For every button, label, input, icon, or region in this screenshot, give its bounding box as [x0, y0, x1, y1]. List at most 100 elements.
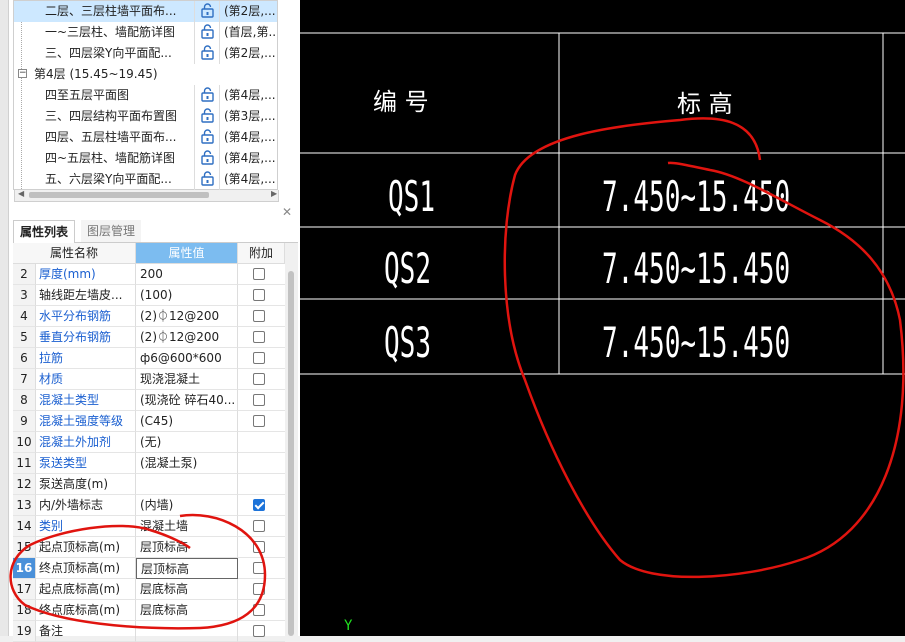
property-value[interactable]: 层底标高 — [136, 600, 238, 621]
row-number[interactable]: 16 — [13, 558, 36, 579]
checkbox[interactable] — [253, 583, 265, 595]
property-value[interactable]: ф6@600*600 — [136, 348, 238, 369]
lock-icon[interactable] — [194, 1, 220, 22]
lock-icon[interactable] — [194, 85, 220, 106]
property-row[interactable]: 9 混凝土强度等级 (C45) — [13, 411, 285, 432]
scroll-left-icon[interactable]: ◀ — [18, 189, 24, 198]
row-number[interactable]: 2 — [13, 264, 36, 285]
property-value[interactable] — [136, 621, 238, 642]
property-value[interactable]: (内墙) — [136, 495, 238, 516]
property-value[interactable] — [136, 474, 238, 495]
property-row[interactable]: 13 内/外墙标志 (内墙) — [13, 495, 285, 516]
row-number[interactable]: 12 — [13, 474, 36, 495]
property-value[interactable]: 200 — [136, 264, 238, 285]
header-extra[interactable]: 附加 — [238, 243, 285, 264]
property-value[interactable]: 层底标高 — [136, 579, 238, 600]
row-number[interactable]: 9 — [13, 411, 36, 432]
row-number[interactable]: 11 — [13, 453, 36, 474]
row-number[interactable]: 15 — [13, 537, 36, 558]
property-value[interactable]: 层顶标高 — [136, 537, 238, 558]
property-row[interactable]: 2 厚度(mm) 200 — [13, 264, 285, 285]
row-number[interactable]: 13 — [13, 495, 36, 516]
cad-canvas[interactable]: 编 号 标 高 QS1 7.450~15.450 QS2 7.450~15.45… — [300, 0, 905, 636]
close-icon[interactable]: ✕ — [282, 205, 292, 219]
property-row[interactable]: 10 混凝土外加剂 (无) — [13, 432, 285, 453]
floor-group[interactable]: − 第4层 (15.45~19.45) — [14, 64, 277, 85]
property-row[interactable]: 5 垂直分布钢筋 (2)⏀12@200 — [13, 327, 285, 348]
property-value[interactable]: (混凝土泵) — [136, 453, 238, 474]
row-number[interactable]: 17 — [13, 579, 36, 600]
lock-icon[interactable] — [194, 22, 220, 43]
property-row[interactable]: 11 泵送类型 (混凝土泵) — [13, 453, 285, 474]
header-name[interactable]: 属性名称 — [13, 243, 136, 264]
grid-vertical-scrollbar[interactable] — [285, 243, 298, 636]
tree-item[interactable]: 二层、三层柱墙平面布... (第2层,... — [14, 1, 277, 22]
row-number[interactable]: 18 — [13, 600, 36, 621]
checkbox[interactable] — [253, 520, 265, 532]
scroll-right-icon[interactable]: ▶ — [271, 189, 277, 198]
property-row[interactable]: 8 混凝土类型 (现浇砼 碎石40... — [13, 390, 285, 411]
property-value[interactable]: (2)⏀12@200 — [136, 327, 238, 348]
panel-splitter[interactable] — [0, 0, 9, 636]
tree-item[interactable]: 三、四层梁Y向平面配... (第2层,... — [14, 43, 277, 64]
property-value[interactable]: (100) — [136, 285, 238, 306]
checkbox[interactable] — [253, 604, 265, 616]
checkbox[interactable] — [253, 310, 265, 322]
collapse-icon[interactable]: − — [18, 69, 27, 78]
property-value[interactable]: 现浇混凝土 — [136, 369, 238, 390]
checkbox[interactable] — [253, 331, 265, 343]
checkbox[interactable] — [253, 373, 265, 385]
tree-item[interactable]: 四至五层平面图 (第4层,... — [14, 85, 277, 106]
property-value[interactable]: (2)⏀12@200 — [136, 306, 238, 327]
row-number[interactable]: 6 — [13, 348, 36, 369]
property-value[interactable]: 层顶标高 — [136, 558, 238, 579]
row-number[interactable]: 10 — [13, 432, 36, 453]
row-number[interactable]: 7 — [13, 369, 36, 390]
property-row[interactable]: 17 起点底标高(m) 层底标高 — [13, 579, 285, 600]
row-number[interactable]: 8 — [13, 390, 36, 411]
row-number[interactable]: 5 — [13, 327, 36, 348]
property-row[interactable]: 15 起点顶标高(m) 层顶标高 — [13, 537, 285, 558]
header-value[interactable]: 属性值 — [136, 243, 238, 264]
lock-icon[interactable] — [194, 127, 220, 148]
scroll-thumb[interactable] — [288, 271, 294, 636]
lock-icon[interactable] — [194, 106, 220, 127]
checkbox[interactable] — [253, 289, 265, 301]
property-row[interactable]: 6 拉筋 ф6@600*600 — [13, 348, 285, 369]
property-row[interactable]: 4 水平分布钢筋 (2)⏀12@200 — [13, 306, 285, 327]
checkbox[interactable] — [253, 562, 265, 574]
lock-icon[interactable] — [194, 169, 220, 190]
tree-item[interactable]: 五、六层梁Y向平面配... (第4层,... — [14, 169, 277, 190]
row-number[interactable]: 19 — [13, 621, 36, 642]
tree-item[interactable]: 一~三层柱、墙配筋详图 (首层,第... — [14, 22, 277, 43]
tree-item[interactable]: 三、四层结构平面布置图 (第3层,... — [14, 106, 277, 127]
property-row[interactable]: 18 终点底标高(m) 层底标高 — [13, 600, 285, 621]
checkbox-checked[interactable] — [253, 499, 265, 511]
checkbox[interactable] — [253, 394, 265, 406]
tree-horizontal-scrollbar[interactable]: ◀ ▶ — [14, 189, 279, 202]
property-value[interactable]: (现浇砼 碎石40... — [136, 390, 238, 411]
checkbox[interactable] — [253, 541, 265, 553]
checkbox[interactable] — [253, 625, 265, 637]
lock-icon[interactable] — [194, 43, 220, 64]
property-row[interactable]: 3 轴线距左墙皮... (100) — [13, 285, 285, 306]
tree-item[interactable]: 四层、五层柱墙平面布... (第4层,... — [14, 127, 277, 148]
property-value[interactable]: 混凝土墙 — [136, 516, 238, 537]
tree-item[interactable]: 四~五层柱、墙配筋详图 (第4层,... — [14, 148, 277, 169]
property-row[interactable]: 7 材质 现浇混凝土 — [13, 369, 285, 390]
tab-layers[interactable]: 图层管理 — [81, 220, 142, 242]
row-number[interactable]: 4 — [13, 306, 36, 327]
property-row[interactable]: 12 泵送高度(m) — [13, 474, 285, 495]
lock-icon[interactable] — [194, 148, 220, 169]
property-row[interactable]: 16 终点顶标高(m) 层顶标高 — [13, 558, 285, 579]
scroll-thumb[interactable] — [29, 192, 209, 198]
checkbox[interactable] — [253, 268, 265, 280]
property-row[interactable]: 19 备注 — [13, 621, 285, 642]
tab-properties[interactable]: 属性列表 — [13, 220, 76, 244]
property-value[interactable]: (C45) — [136, 411, 238, 432]
row-number[interactable]: 3 — [13, 285, 36, 306]
checkbox[interactable] — [253, 415, 265, 427]
property-row[interactable]: 14 类别 混凝土墙 — [13, 516, 285, 537]
property-value[interactable]: (无) — [136, 432, 238, 453]
row-number[interactable]: 14 — [13, 516, 36, 537]
